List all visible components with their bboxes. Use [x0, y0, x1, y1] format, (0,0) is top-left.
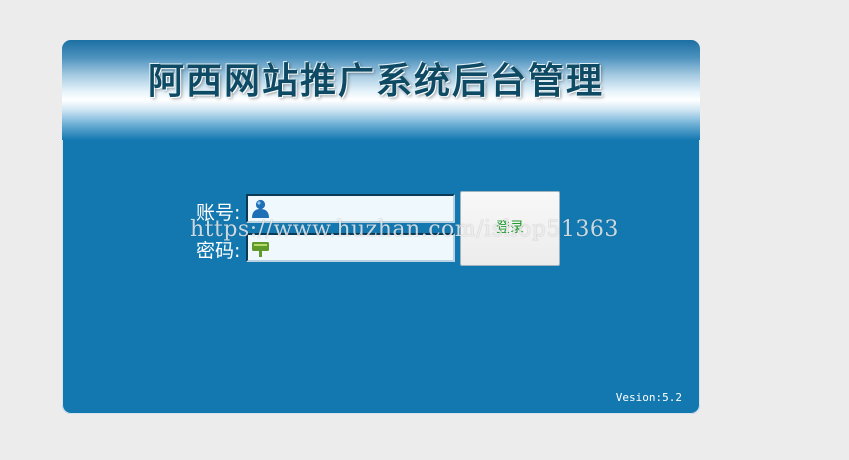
account-label: 账号:	[196, 202, 241, 224]
user-icon	[250, 198, 271, 219]
key-icon	[250, 237, 271, 258]
account-field-box	[246, 194, 455, 223]
page-title: 阿西网站推广系统后台管理	[148, 60, 605, 102]
password-label: 密码:	[196, 240, 241, 262]
login-page: 阿西网站推广系统后台管理 账号: 密码: 登录 Vesion:5.2 https…	[0, 0, 849, 460]
login-button[interactable]: 登录	[460, 191, 560, 266]
account-input[interactable]	[274, 196, 452, 221]
version-label: Vesion:5.2	[615, 391, 682, 404]
login-panel: 阿西网站推广系统后台管理 账号: 密码: 登录 Vesion:5.2	[62, 40, 700, 414]
password-input[interactable]	[274, 235, 452, 260]
password-field-box	[246, 233, 455, 262]
header-banner: 阿西网站推广系统后台管理	[62, 40, 700, 140]
